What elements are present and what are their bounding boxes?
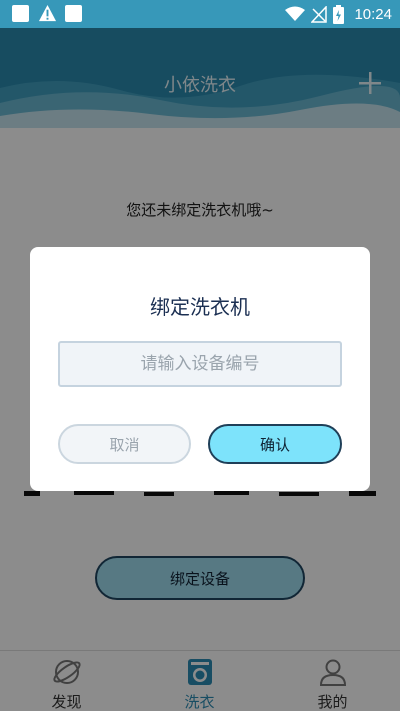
device-number-input[interactable] [58,341,342,387]
dialog-title: 绑定洗衣机 [150,295,250,319]
signal-off-icon [311,5,328,23]
wifi-icon [285,6,306,21]
status-bar: 10:24 [0,0,400,28]
bind-washer-dialog: 绑定洗衣机 取消 确认 [30,247,370,491]
warning-icon [38,4,57,22]
status-time: 10:24 [354,5,392,23]
battery-charging-icon [333,4,345,24]
notification-icon [12,5,29,22]
notification-icon [65,5,82,22]
cancel-button[interactable]: 取消 [58,424,191,464]
confirm-button[interactable]: 确认 [208,424,342,464]
